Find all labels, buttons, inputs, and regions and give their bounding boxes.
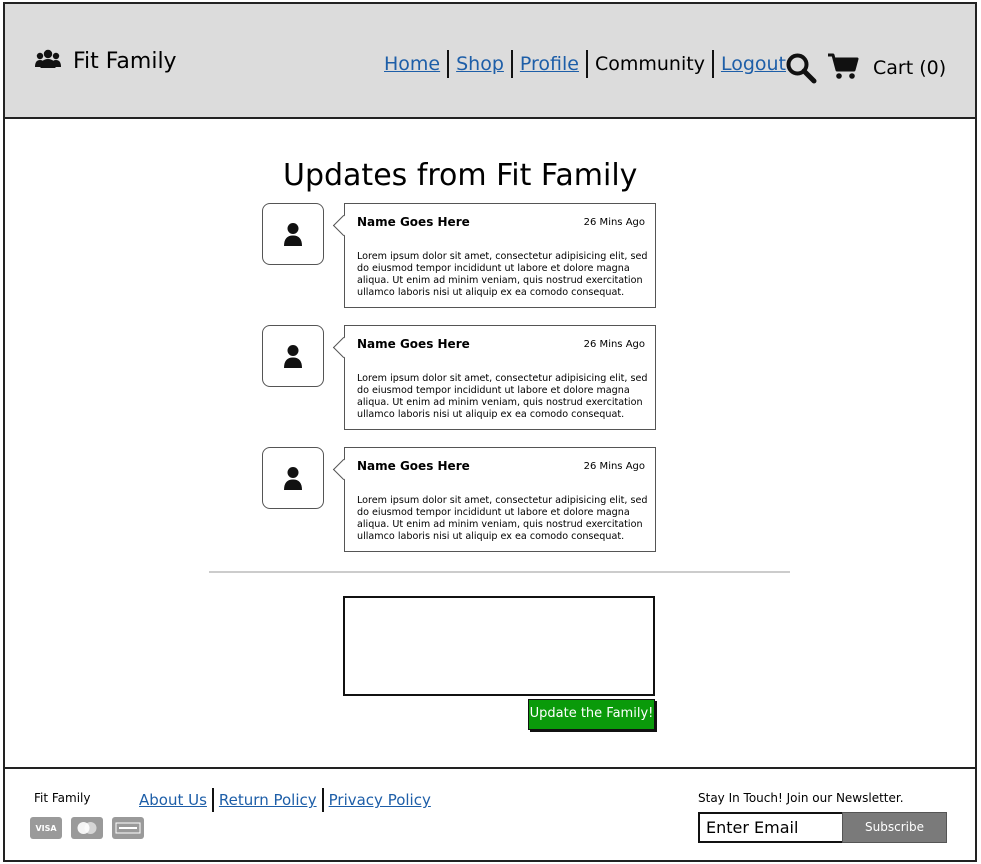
avatar[interactable] [262, 447, 324, 509]
nav-logout[interactable]: Logout [714, 50, 793, 78]
bubble-tail [332, 214, 355, 237]
site-header: Fit Family Home Shop Profile Community L… [3, 2, 977, 119]
user-icon [284, 467, 302, 490]
nav-shop[interactable]: Shop [449, 50, 511, 78]
post-bubble: Name Goes Here 26 Mins Ago Lorem ipsum d… [332, 203, 656, 308]
post-item: Name Goes Here 26 Mins Ago Lorem ipsum d… [262, 447, 656, 552]
post-item: Name Goes Here 26 Mins Ago Lorem ipsum d… [262, 203, 656, 308]
post-body: Lorem ipsum dolor sit amet, consectetur … [357, 373, 648, 420]
avatar[interactable] [262, 325, 324, 387]
post-timestamp: 26 Mins Ago [583, 339, 645, 350]
brand[interactable]: Fit Family [35, 48, 177, 74]
post-author: Name Goes Here [357, 215, 470, 229]
footer-link-about-us[interactable]: About Us [134, 788, 212, 812]
avatar[interactable] [262, 203, 324, 265]
main-nav: Home Shop Profile Community Logout [377, 50, 793, 78]
post-timestamp: 26 Mins Ago [583, 217, 645, 228]
brand-name: Fit Family [73, 48, 177, 74]
search-icon[interactable] [785, 52, 817, 88]
post-author: Name Goes Here [357, 337, 470, 351]
visa-icon: VISA [30, 817, 62, 839]
post-body: Lorem ipsum dolor sit amet, consectetur … [357, 251, 648, 298]
post-bubble: Name Goes Here 26 Mins Ago Lorem ipsum d… [332, 447, 656, 552]
user-icon [284, 223, 302, 246]
footer-links: About Us Return Policy Privacy Policy [134, 788, 436, 812]
newsletter-label: Stay In Touch! Join our Newsletter. [698, 791, 904, 805]
page-title: Updates from Fit Family [283, 158, 638, 193]
footer-divider [3, 767, 977, 769]
payment-cards: VISA [30, 817, 144, 839]
nav-profile[interactable]: Profile [513, 50, 586, 78]
footer-link-return-policy[interactable]: Return Policy [214, 788, 322, 812]
shopping-cart-icon [827, 52, 859, 84]
cart-label: Cart (0) [873, 57, 947, 79]
amex-icon [112, 817, 144, 839]
subscribe-button[interactable]: Subscribe [842, 812, 947, 843]
bubble-tail [332, 458, 355, 481]
divider [209, 571, 790, 573]
page-frame [3, 2, 977, 862]
email-input[interactable] [698, 812, 844, 843]
update-family-button[interactable]: Update the Family! [528, 699, 655, 730]
footer-brand: Fit Family [34, 791, 91, 805]
nav-community[interactable]: Community [588, 50, 712, 78]
footer-link-privacy-policy[interactable]: Privacy Policy [324, 788, 436, 812]
update-textarea[interactable] [343, 596, 655, 696]
post-author: Name Goes Here [357, 459, 470, 473]
post-bubble: Name Goes Here 26 Mins Ago Lorem ipsum d… [332, 325, 656, 430]
user-icon [284, 345, 302, 368]
mastercard-icon [71, 817, 103, 839]
nav-home[interactable]: Home [377, 50, 447, 78]
visa-label: VISA [35, 823, 57, 833]
bubble-tail [332, 336, 355, 359]
cart-button[interactable]: Cart (0) [827, 52, 946, 84]
post-body: Lorem ipsum dolor sit amet, consectetur … [357, 495, 648, 542]
users-icon [35, 48, 61, 74]
post-item: Name Goes Here 26 Mins Ago Lorem ipsum d… [262, 325, 656, 430]
post-timestamp: 26 Mins Ago [583, 461, 645, 472]
